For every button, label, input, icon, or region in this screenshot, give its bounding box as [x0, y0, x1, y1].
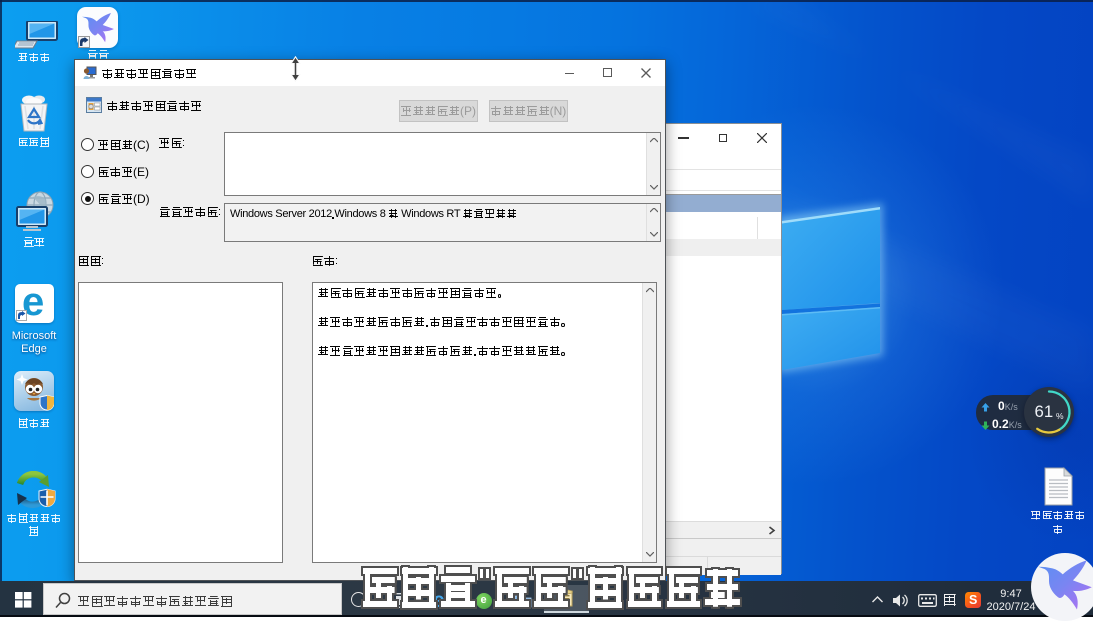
svg-text:%: %	[1056, 411, 1064, 421]
svg-text:61: 61	[1035, 402, 1054, 421]
